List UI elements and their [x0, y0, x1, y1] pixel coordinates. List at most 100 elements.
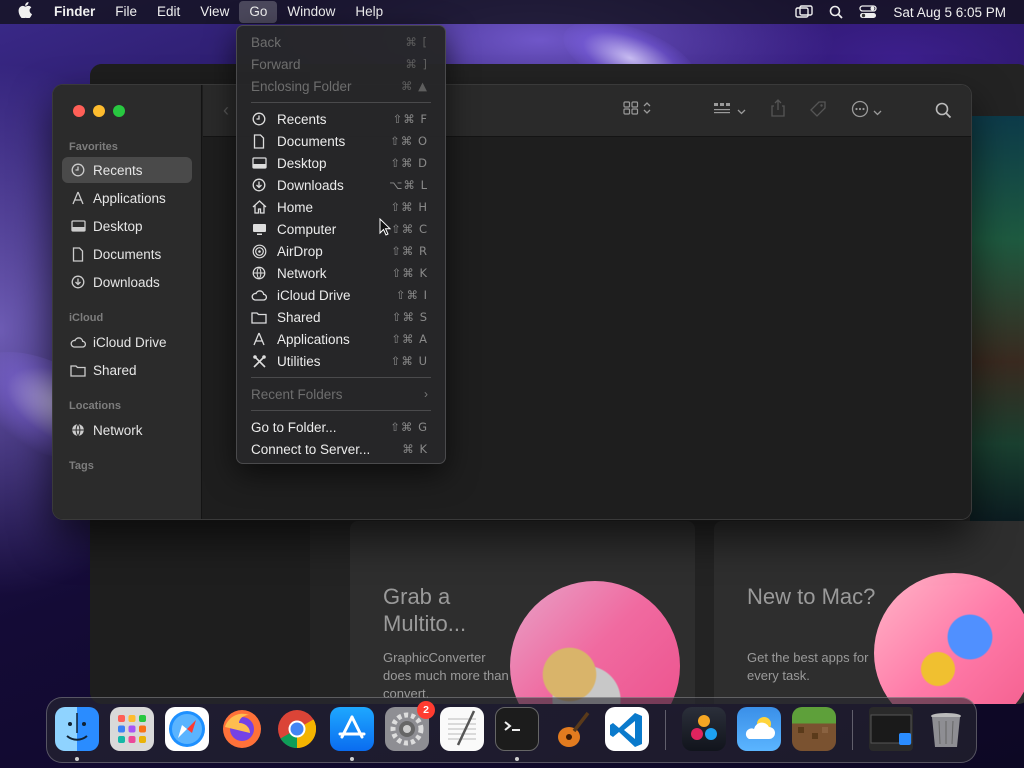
- back-chevron-icon[interactable]: ‹: [223, 100, 229, 121]
- sidebar-item-shared[interactable]: Shared: [62, 357, 192, 383]
- sidebar-heading-locations: Locations: [69, 400, 121, 412]
- utilities-icon: [251, 353, 267, 369]
- menu-item-label: Documents: [277, 133, 346, 149]
- close-button[interactable]: [73, 105, 85, 117]
- document-icon: [251, 133, 267, 149]
- menu-item-recent-folders[interactable]: Recent Folders ›: [242, 383, 440, 405]
- menu-item-computer[interactable]: Computer ⇧⌘ C: [242, 218, 440, 240]
- menu-item-label: Desktop: [277, 155, 327, 171]
- menu-item-label: Home: [277, 199, 314, 215]
- menu-separator: [251, 102, 431, 103]
- keyboard-shortcut: ⇧⌘ I: [395, 288, 428, 302]
- action-menu-button[interactable]: [851, 100, 882, 123]
- sidebar-item-recents[interactable]: Recents: [62, 157, 192, 183]
- finder-window: Favorites Recents Applications Desktop D…: [52, 84, 972, 520]
- menu-item-downloads[interactable]: Downloads ⌥⌘ L: [242, 174, 440, 196]
- app-store-app-icon[interactable]: [330, 707, 374, 751]
- menu-item-label: Recent Folders: [251, 386, 343, 402]
- chevron-down-icon: [737, 102, 746, 120]
- menu-item-connect-to-server[interactable]: Connect to Server... ⌘ K: [242, 438, 440, 460]
- sidebar-item-documents[interactable]: Documents: [62, 241, 192, 267]
- home-icon: [251, 199, 267, 215]
- zoom-button[interactable]: [113, 105, 125, 117]
- menu-item-label: Go to Folder...: [251, 419, 337, 435]
- launchpad-app-icon[interactable]: [110, 707, 154, 751]
- menu-item-airdrop[interactable]: AirDrop ⇧⌘ R: [242, 240, 440, 262]
- screen-mirroring-icon[interactable]: [795, 5, 814, 19]
- sidebar-item-icloud-drive[interactable]: iCloud Drive: [62, 329, 192, 355]
- menu-item-go-to-folder[interactable]: Go to Folder... ⇧⌘ G: [242, 416, 440, 438]
- card-title: Grab a Multito...: [383, 584, 467, 636]
- safari-app-icon[interactable]: [165, 707, 209, 751]
- menu-go[interactable]: Go: [239, 1, 278, 23]
- garageband-app-icon[interactable]: [550, 707, 594, 751]
- sidebar-item-network[interactable]: Network: [62, 417, 192, 443]
- control-center-icon[interactable]: [859, 5, 878, 19]
- menu-item-home[interactable]: Home ⇧⌘ H: [242, 196, 440, 218]
- sidebar-item-downloads[interactable]: Downloads: [62, 269, 192, 295]
- chrome-app-icon[interactable]: [275, 707, 319, 751]
- menu-item-back[interactable]: Back ⌘ [: [242, 31, 440, 53]
- keyboard-shortcut: ⌘ [: [405, 35, 428, 49]
- menu-help[interactable]: Help: [345, 1, 393, 23]
- menu-item-label: AirDrop: [277, 243, 323, 259]
- airdrop-icon: [251, 243, 267, 259]
- group-button[interactable]: [713, 101, 746, 120]
- menu-item-network[interactable]: Network ⇧⌘ K: [242, 262, 440, 284]
- globe-icon: [70, 422, 86, 438]
- desktop-icon: [251, 155, 267, 171]
- vscode-app-icon[interactable]: [605, 707, 649, 751]
- sidebar-item-desktop[interactable]: Desktop: [62, 213, 192, 239]
- menu-item-shared[interactable]: Shared ⇧⌘ S: [242, 306, 440, 328]
- sidebar-heading-tags: Tags: [69, 460, 94, 472]
- menu-item-applications[interactable]: Applications ⇧⌘ A: [242, 328, 440, 350]
- menu-app-finder[interactable]: Finder: [50, 1, 105, 23]
- menu-edit[interactable]: Edit: [147, 1, 190, 23]
- cloud-icon: [251, 287, 267, 303]
- screenshot-window-icon[interactable]: [869, 707, 913, 751]
- menu-item-documents[interactable]: Documents ⇧⌘ O: [242, 130, 440, 152]
- menu-item-utilities[interactable]: Utilities ⇧⌘ U: [242, 350, 440, 372]
- weather-app-icon[interactable]: [737, 707, 781, 751]
- keyboard-shortcut: ⇧⌘ G: [390, 420, 428, 434]
- tag-icon[interactable]: [809, 100, 827, 118]
- document-icon: [70, 246, 86, 262]
- menu-bar-clock[interactable]: Sat Aug 5 6:05 PM: [893, 5, 1006, 20]
- sidebar-item-label: Recents: [93, 162, 143, 178]
- menu-file[interactable]: File: [105, 1, 147, 23]
- menu-item-label: Forward: [251, 56, 301, 72]
- menu-item-label: Downloads: [277, 177, 344, 193]
- ellipsis-circle-icon: [851, 100, 869, 123]
- app-store-card[interactable]: New to Mac? Get the best apps for every …: [714, 521, 1024, 704]
- textedit-app-icon[interactable]: [440, 707, 484, 751]
- minimize-button[interactable]: [93, 105, 105, 117]
- menu-item-icloud-drive[interactable]: iCloud Drive ⇧⌘ I: [242, 284, 440, 306]
- menu-item-forward[interactable]: Forward ⌘ ]: [242, 53, 440, 75]
- apple-menu-icon[interactable]: [0, 2, 50, 22]
- view-mode-button[interactable]: [623, 101, 651, 120]
- keyboard-shortcut: ⇧⌘ A: [391, 332, 428, 346]
- menu-window[interactable]: Window: [277, 1, 345, 23]
- davinci-resolve-app-icon[interactable]: [682, 707, 726, 751]
- minecraft-app-icon[interactable]: [792, 707, 836, 751]
- notification-badge: 2: [417, 701, 435, 719]
- app-store-card[interactable]: Grab a Multito... GraphicConverter does …: [350, 521, 695, 704]
- menu-item-label: Connect to Server...: [251, 441, 371, 457]
- keyboard-shortcut: ⌘ K: [402, 442, 428, 456]
- menu-view[interactable]: View: [190, 1, 239, 23]
- background-artwork: [970, 116, 1024, 526]
- search-icon[interactable]: [935, 102, 952, 119]
- menu-item-label: Back: [251, 34, 282, 50]
- share-icon[interactable]: [771, 99, 785, 117]
- spotlight-search-icon[interactable]: [829, 5, 844, 19]
- finder-app-icon[interactable]: [55, 707, 99, 751]
- menu-item-desktop[interactable]: Desktop ⇧⌘ D: [242, 152, 440, 174]
- system-settings-app-icon[interactable]: 2: [385, 701, 435, 751]
- menu-item-recents[interactable]: Recents ⇧⌘ F: [242, 108, 440, 130]
- menu-separator: [251, 410, 431, 411]
- firefox-app-icon[interactable]: [220, 707, 264, 751]
- sidebar-item-applications[interactable]: Applications: [62, 185, 192, 211]
- terminal-app-icon[interactable]: [495, 707, 539, 751]
- menu-item-enclosing-folder[interactable]: Enclosing Folder ⌘ ▲: [242, 75, 440, 97]
- trash-icon[interactable]: [924, 707, 968, 751]
